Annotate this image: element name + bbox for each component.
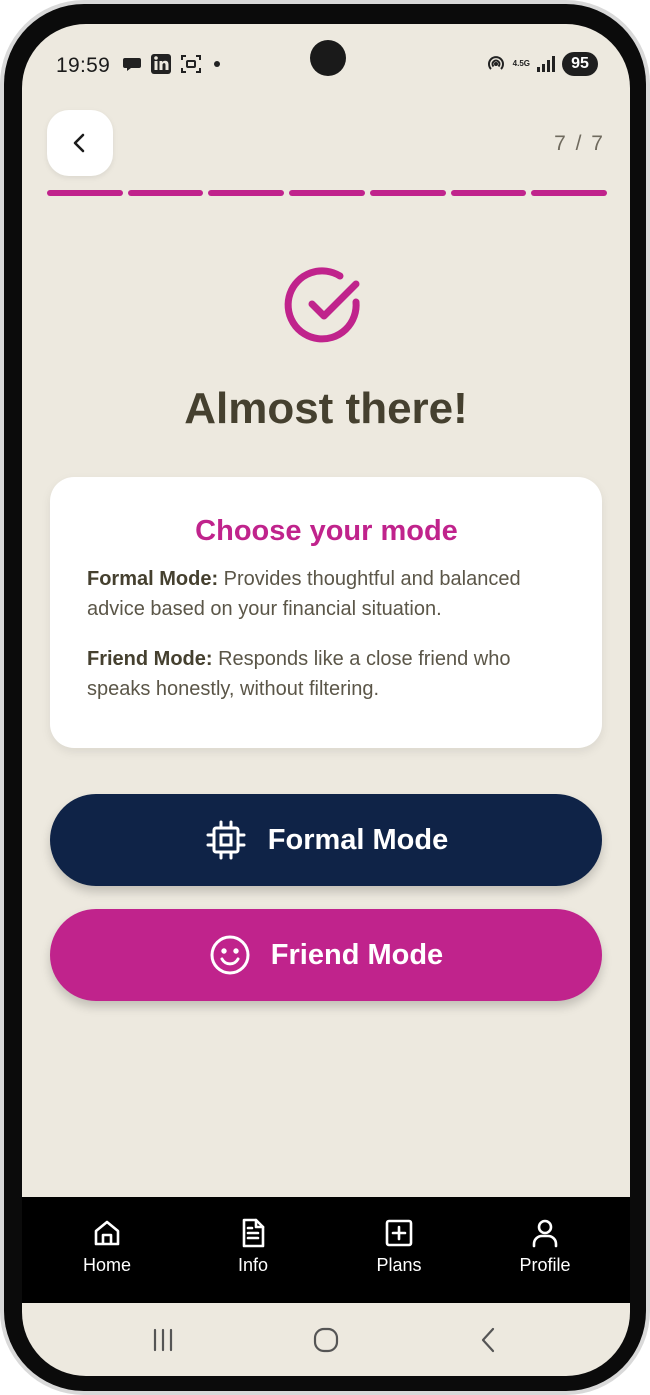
formal-mode-button[interactable]: Formal Mode <box>50 794 602 886</box>
home-icon <box>94 1220 120 1246</box>
more-notifications-dot <box>214 61 220 67</box>
chat-bubble-icon <box>123 58 141 71</box>
mode-info-card: Choose your mode Formal Mode: Provides t… <box>50 477 602 748</box>
hotspot-icon <box>487 56 504 70</box>
progress-segment <box>289 190 365 196</box>
document-icon <box>242 1218 265 1248</box>
check-circle-icon <box>284 267 360 343</box>
progress-segment <box>369 190 446 196</box>
plus-square-icon <box>385 1219 413 1247</box>
home-circle-icon[interactable] <box>311 1325 341 1355</box>
network-type-label: 4.5G <box>512 59 530 68</box>
nav-item-profile[interactable]: Profile <box>490 1197 600 1276</box>
notification-icons <box>122 53 220 75</box>
linkedin-icon <box>151 54 171 74</box>
system-nav-bar <box>22 1303 630 1376</box>
screenshot-icon <box>181 55 201 73</box>
chevron-left-icon <box>73 133 85 153</box>
system-back-icon[interactable] <box>474 1325 504 1355</box>
formal-mode-description: Formal Mode: Provides thoughtful and bal… <box>87 564 566 624</box>
system-icons: 4.5G 95 <box>485 52 598 76</box>
smile-icon <box>210 935 250 975</box>
progress-segment <box>47 190 123 196</box>
page-title: Almost there! <box>184 384 468 433</box>
status-bar: 19:59 4.5G 95 <box>22 24 630 108</box>
friend-mode-label: Friend Mode: <box>87 648 213 670</box>
progress-segment <box>208 190 285 196</box>
friend-mode-button-label: Friend Mode <box>270 938 444 971</box>
recent-apps-icon[interactable] <box>148 1325 178 1355</box>
phone-bezel: 19:59 4.5G 95 7 / 7 Almost there! Choose… <box>4 4 646 1391</box>
back-button[interactable] <box>47 110 113 176</box>
cpu-chip-icon <box>206 820 246 860</box>
status-time: 19:59 <box>56 54 111 77</box>
formal-mode-button-label: Formal Mode <box>267 823 449 856</box>
nav-item-label: Info <box>237 1255 269 1275</box>
card-title: Choose your mode <box>195 515 458 547</box>
progress-segment <box>531 190 608 196</box>
friend-mode-button[interactable]: Friend Mode <box>50 909 602 1001</box>
nav-item-info[interactable]: Info <box>198 1197 308 1276</box>
front-camera <box>310 40 346 76</box>
nav-item-home[interactable]: Home <box>52 1197 162 1276</box>
nav-item-plans[interactable]: Plans <box>344 1197 454 1276</box>
nav-item-label: Profile <box>519 1255 571 1275</box>
progress-segment <box>127 190 204 196</box>
screen: 19:59 4.5G 95 7 / 7 Almost there! Choose… <box>22 24 630 1376</box>
signal-icon <box>537 56 555 72</box>
nav-item-label: Home <box>82 1255 131 1275</box>
user-icon <box>532 1219 558 1248</box>
progress-segment <box>450 190 527 196</box>
step-counter: 7 / 7 <box>554 132 605 155</box>
friend-mode-description: Friend Mode: Responds like a close frien… <box>87 644 566 704</box>
bottom-nav: Home Info Plans Profile <box>22 1197 630 1303</box>
progress-bar <box>47 190 608 196</box>
nav-item-label: Plans <box>376 1255 422 1275</box>
phone-frame: 19:59 4.5G 95 7 / 7 Almost there! Choose… <box>0 0 650 1395</box>
battery-level: 95 <box>562 52 598 76</box>
formal-mode-label: Formal Mode: <box>87 568 219 590</box>
